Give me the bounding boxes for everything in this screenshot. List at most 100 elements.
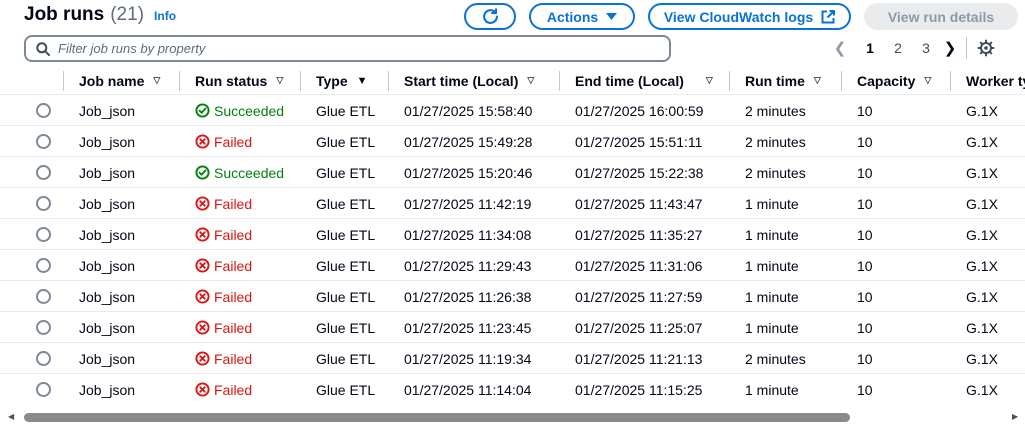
scroll-right-arrow-icon[interactable]: ▶ — [1012, 412, 1018, 421]
status-indicator: Failed — [195, 258, 252, 274]
row-select-radio[interactable] — [36, 196, 51, 211]
row-select-radio[interactable] — [36, 103, 51, 118]
column-label: Type — [316, 72, 348, 89]
column-label: End time (Local) — [575, 72, 684, 89]
row-select-radio[interactable] — [36, 227, 51, 242]
run-status-cell: Succeeded — [195, 157, 284, 188]
run-status-cell: Failed — [195, 374, 252, 405]
start-time-cell: 01/27/2025 15:58:40 — [404, 102, 533, 119]
status-label: Failed — [214, 288, 253, 305]
status-label: Failed — [214, 133, 253, 150]
column-header-type[interactable]: Type ▼ — [316, 66, 368, 95]
column-header-capacity[interactable]: Capacity ▽ — [857, 66, 931, 95]
error-icon — [195, 289, 210, 304]
column-divider[interactable] — [300, 71, 301, 91]
column-divider[interactable] — [950, 71, 951, 91]
horizontal-scrollbar-thumb[interactable] — [24, 413, 850, 422]
start-time-cell: 01/27/2025 11:42:19 — [404, 195, 532, 212]
page-2-button[interactable]: 2 — [884, 40, 912, 56]
filter-input[interactable] — [58, 41, 638, 56]
column-header-run-status[interactable]: Run status ▽ — [195, 66, 283, 95]
row-select-radio[interactable] — [36, 134, 51, 149]
row-select-radio[interactable] — [36, 351, 51, 366]
type-cell: Glue ETL — [316, 319, 376, 336]
table-row[interactable]: Job_json Succeeded Glue ETL 01/27/2025 15:2… — [0, 157, 1025, 188]
capacity-cell: 10 — [857, 133, 873, 150]
worker-type-cell: G.1X — [966, 164, 998, 181]
error-icon — [195, 134, 210, 149]
end-time-cell: 01/27/2025 11:27:59 — [575, 288, 703, 305]
status-indicator: Failed — [195, 134, 252, 150]
status-label: Failed — [214, 350, 253, 367]
job-run-count: (21) — [110, 4, 145, 25]
run-time-cell: 1 minute — [745, 195, 799, 212]
job-name-cell: Job_json — [79, 257, 136, 274]
type-cell: Glue ETL — [316, 133, 376, 150]
row-select-radio[interactable] — [36, 289, 51, 304]
end-time-cell: 01/27/2025 11:31:06 — [575, 257, 703, 274]
end-time-cell: 01/27/2025 15:22:38 — [575, 164, 704, 181]
view-run-details-label: View run details — [887, 8, 995, 25]
page-header: Job runs (21) Info — [24, 4, 176, 30]
actions-label: Actions — [546, 8, 599, 25]
table-row[interactable]: Job_json Failed Glue ETL 01/27/2025 11:23:4… — [0, 312, 1025, 343]
capacity-cell: 10 — [857, 164, 873, 181]
column-divider[interactable] — [559, 71, 560, 91]
page-3-button[interactable]: 3 — [912, 40, 940, 56]
sort-icon: ▽ — [153, 75, 161, 85]
scroll-left-arrow-icon[interactable]: ◀ — [8, 412, 14, 421]
view-run-details-button[interactable]: View run details — [864, 3, 1018, 30]
column-divider[interactable] — [841, 71, 842, 91]
page-title: Job runs — [24, 4, 105, 25]
row-select-radio[interactable] — [36, 382, 51, 397]
column-label: Run status — [195, 72, 268, 89]
column-divider[interactable] — [729, 71, 730, 91]
previous-page-icon[interactable]: ❮ — [830, 39, 850, 57]
row-select-radio[interactable] — [36, 320, 51, 335]
status-indicator: Succeeded — [195, 103, 284, 119]
worker-type-cell: G.1X — [966, 319, 998, 336]
table-row[interactable]: Job_json Failed Glue ETL 01/27/2025 11:34:0… — [0, 219, 1025, 250]
column-header-start-time[interactable]: Start time (Local) ▽ — [404, 66, 534, 95]
table-row[interactable]: Job_json Failed Glue ETL 01/27/2025 11:14:0… — [0, 374, 1025, 405]
error-icon — [195, 320, 210, 335]
row-select-radio[interactable] — [36, 165, 51, 180]
column-divider[interactable] — [179, 71, 180, 91]
column-header-run-time[interactable]: Run time ▽ — [745, 66, 821, 95]
start-time-cell: 01/27/2025 11:29:43 — [404, 257, 532, 274]
end-time-cell: 01/27/2025 11:35:27 — [575, 226, 703, 243]
column-header-job-name[interactable]: Job name ▽ — [79, 66, 160, 95]
worker-type-cell: G.1X — [966, 133, 998, 150]
sort-icon: ▽ — [924, 75, 932, 85]
run-time-cell: 1 minute — [745, 257, 799, 274]
status-indicator: Failed — [195, 320, 252, 336]
table-row[interactable]: Job_json Failed Glue ETL 01/27/2025 11:42:1… — [0, 188, 1025, 219]
column-divider[interactable] — [388, 71, 389, 91]
refresh-button[interactable] — [464, 3, 516, 30]
type-cell: Glue ETL — [316, 195, 376, 212]
column-divider[interactable] — [63, 71, 64, 91]
start-time-cell: 01/27/2025 11:34:08 — [404, 226, 532, 243]
view-cloudwatch-logs-button[interactable]: View CloudWatch logs — [648, 3, 851, 30]
table-row[interactable]: Job_json Failed Glue ETL 01/27/2025 11:19:3… — [0, 343, 1025, 374]
status-label: Failed — [214, 257, 253, 274]
table-row[interactable]: Job_json Failed Glue ETL 01/27/2025 11:26:3… — [0, 281, 1025, 312]
column-header-worker-type[interactable]: Worker ty — [966, 66, 1025, 95]
row-select-radio[interactable] — [36, 258, 51, 273]
type-cell: Glue ETL — [316, 226, 376, 243]
run-status-cell: Failed — [195, 188, 252, 219]
column-header-end-time[interactable]: End time (Local) ▽ — [575, 66, 713, 95]
capacity-cell: 10 — [857, 195, 873, 212]
actions-button[interactable]: Actions — [529, 3, 635, 30]
table-row[interactable]: Job_json Failed Glue ETL 01/27/2025 11:29:4… — [0, 250, 1025, 281]
preferences-button[interactable] — [977, 39, 995, 57]
table-row[interactable]: Job_json Succeeded Glue ETL 01/27/2025 15:5… — [0, 95, 1025, 126]
page-1-button[interactable]: 1 — [856, 40, 884, 56]
next-page-icon[interactable]: ❯ — [940, 39, 960, 57]
run-status-cell: Failed — [195, 250, 252, 281]
run-time-cell: 1 minute — [745, 226, 799, 243]
divider — [966, 37, 967, 59]
info-link[interactable]: Info — [154, 9, 176, 23]
end-time-cell: 01/27/2025 16:00:59 — [575, 102, 704, 119]
table-row[interactable]: Job_json Failed Glue ETL 01/27/2025 15:49:2… — [0, 126, 1025, 157]
